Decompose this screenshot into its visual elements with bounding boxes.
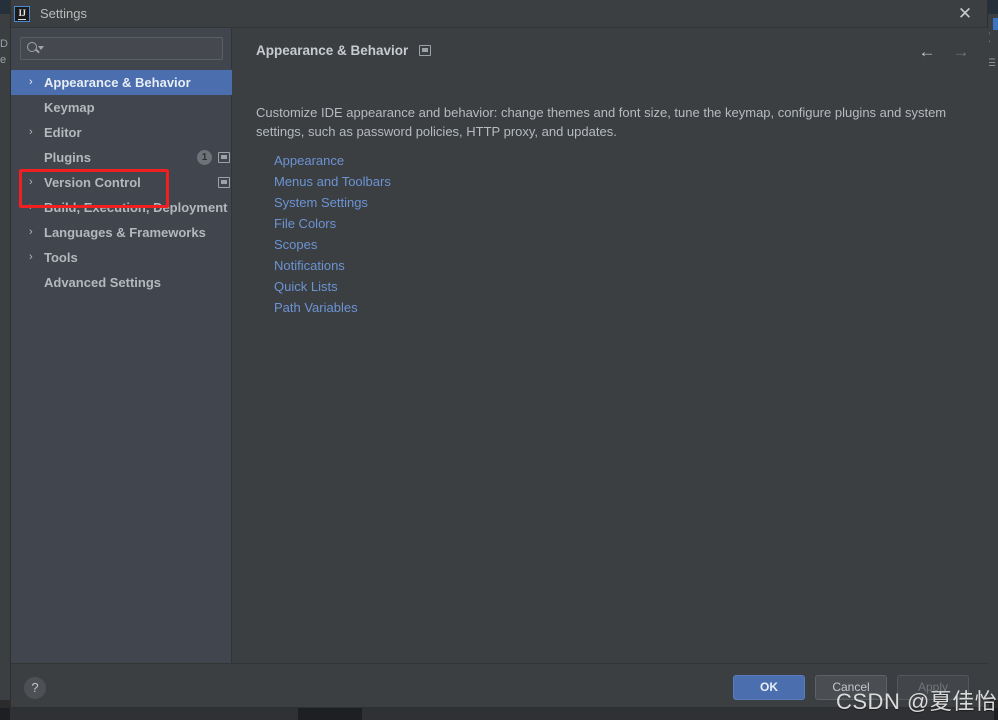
- background-right-accent: [993, 18, 998, 30]
- settings-tree: › Appearance & Behavior Keymap › Editor …: [11, 70, 232, 295]
- link-file-colors[interactable]: File Colors: [274, 213, 391, 234]
- close-icon[interactable]: ✕: [955, 4, 975, 24]
- sidebar-item-label: Appearance & Behavior: [44, 75, 191, 90]
- sidebar-item-editor[interactable]: › Editor: [11, 120, 232, 145]
- dialog-titlebar: IJ Settings ✕: [11, 0, 987, 28]
- help-button[interactable]: ?: [24, 677, 46, 699]
- chevron-right-icon[interactable]: ›: [29, 177, 38, 188]
- sidebar-item-label: Keymap: [44, 100, 95, 115]
- search-input[interactable]: [20, 37, 223, 60]
- page-description: Customize IDE appearance and behavior: c…: [256, 105, 947, 139]
- settings-main-pane: Appearance & Behavior ← → Customize IDE …: [233, 28, 989, 663]
- link-menus-and-toolbars[interactable]: Menus and Toolbars: [274, 171, 391, 192]
- intellij-idea-logo-icon: IJ: [14, 6, 30, 22]
- sidebar-item-appearance-behavior[interactable]: › Appearance & Behavior: [11, 70, 232, 95]
- sidebar-item-label: Tools: [44, 250, 78, 265]
- sidebar-item-version-control[interactable]: › Version Control: [11, 170, 232, 195]
- chevron-right-icon[interactable]: ›: [29, 127, 38, 138]
- sidebar-item-label: Version Control: [44, 175, 141, 190]
- sidebar-item-label: Editor: [44, 125, 82, 140]
- plugins-count-badge: 1: [197, 150, 212, 165]
- settings-sidebar: › Appearance & Behavior Keymap › Editor …: [11, 28, 232, 663]
- arrow-right-icon[interactable]: →: [951, 42, 971, 62]
- sidebar-item-languages-frameworks[interactable]: › Languages & Frameworks: [11, 220, 232, 245]
- link-system-settings[interactable]: System Settings: [274, 192, 391, 213]
- link-scopes[interactable]: Scopes: [274, 234, 391, 255]
- sidebar-item-keymap[interactable]: Keymap: [11, 95, 232, 120]
- background-left-titlebar: [0, 0, 10, 14]
- link-appearance[interactable]: Appearance: [274, 150, 391, 171]
- sidebar-item-label: Plugins: [44, 150, 91, 165]
- background-right-strip: [988, 0, 998, 700]
- page-title: Appearance & Behavior: [256, 43, 409, 58]
- sidebar-item-advanced-settings[interactable]: Advanced Settings: [11, 270, 232, 295]
- chevron-right-icon[interactable]: ›: [29, 252, 38, 263]
- background-right-titlebar: [988, 0, 998, 14]
- chevron-right-icon[interactable]: ›: [29, 202, 38, 213]
- sidebar-item-label: Build, Execution, Deployment: [44, 200, 228, 215]
- background-left-strip: [0, 0, 10, 700]
- screen-root: D e ( ☰ IJ Settings ✕: [0, 0, 998, 720]
- modified-settings-icon[interactable]: [218, 177, 230, 188]
- search-icon: [27, 41, 44, 57]
- dialog-title: Settings: [40, 6, 87, 21]
- search-input-wrap[interactable]: [20, 37, 223, 60]
- page-header: Appearance & Behavior: [256, 43, 432, 58]
- settings-link-list: Appearance Menus and Toolbars System Set…: [274, 150, 391, 318]
- link-quick-lists[interactable]: Quick Lists: [274, 276, 391, 297]
- sidebar-item-plugins[interactable]: Plugins 1: [11, 145, 232, 170]
- link-path-variables[interactable]: Path Variables: [274, 297, 391, 318]
- dialog-footer: ? OK Cancel Apply: [11, 663, 989, 707]
- modified-settings-icon[interactable]: [419, 45, 432, 56]
- sidebar-item-label: Languages & Frameworks: [44, 225, 206, 240]
- arrow-left-icon[interactable]: ←: [917, 42, 937, 62]
- ok-button[interactable]: OK: [733, 675, 805, 700]
- background-bottom-segment-2: [362, 708, 994, 720]
- sidebar-item-build-execution-deployment[interactable]: › Build, Execution, Deployment: [11, 195, 232, 220]
- settings-dialog: IJ Settings ✕ › Appearance & Behavior Ke…: [10, 0, 989, 708]
- dialog-body: › Appearance & Behavior Keymap › Editor …: [11, 28, 989, 663]
- link-notifications[interactable]: Notifications: [274, 255, 391, 276]
- sidebar-item-label: Advanced Settings: [44, 275, 162, 290]
- chevron-right-icon[interactable]: ›: [29, 77, 38, 88]
- chevron-right-icon[interactable]: ›: [29, 227, 38, 238]
- modified-settings-icon[interactable]: [218, 152, 230, 163]
- cancel-button[interactable]: Cancel: [815, 675, 887, 700]
- sidebar-item-tools[interactable]: › Tools: [11, 245, 232, 270]
- navigation-arrows: ← →: [917, 42, 971, 62]
- background-bottom-segment-1: [10, 708, 298, 720]
- apply-button[interactable]: Apply: [897, 675, 969, 700]
